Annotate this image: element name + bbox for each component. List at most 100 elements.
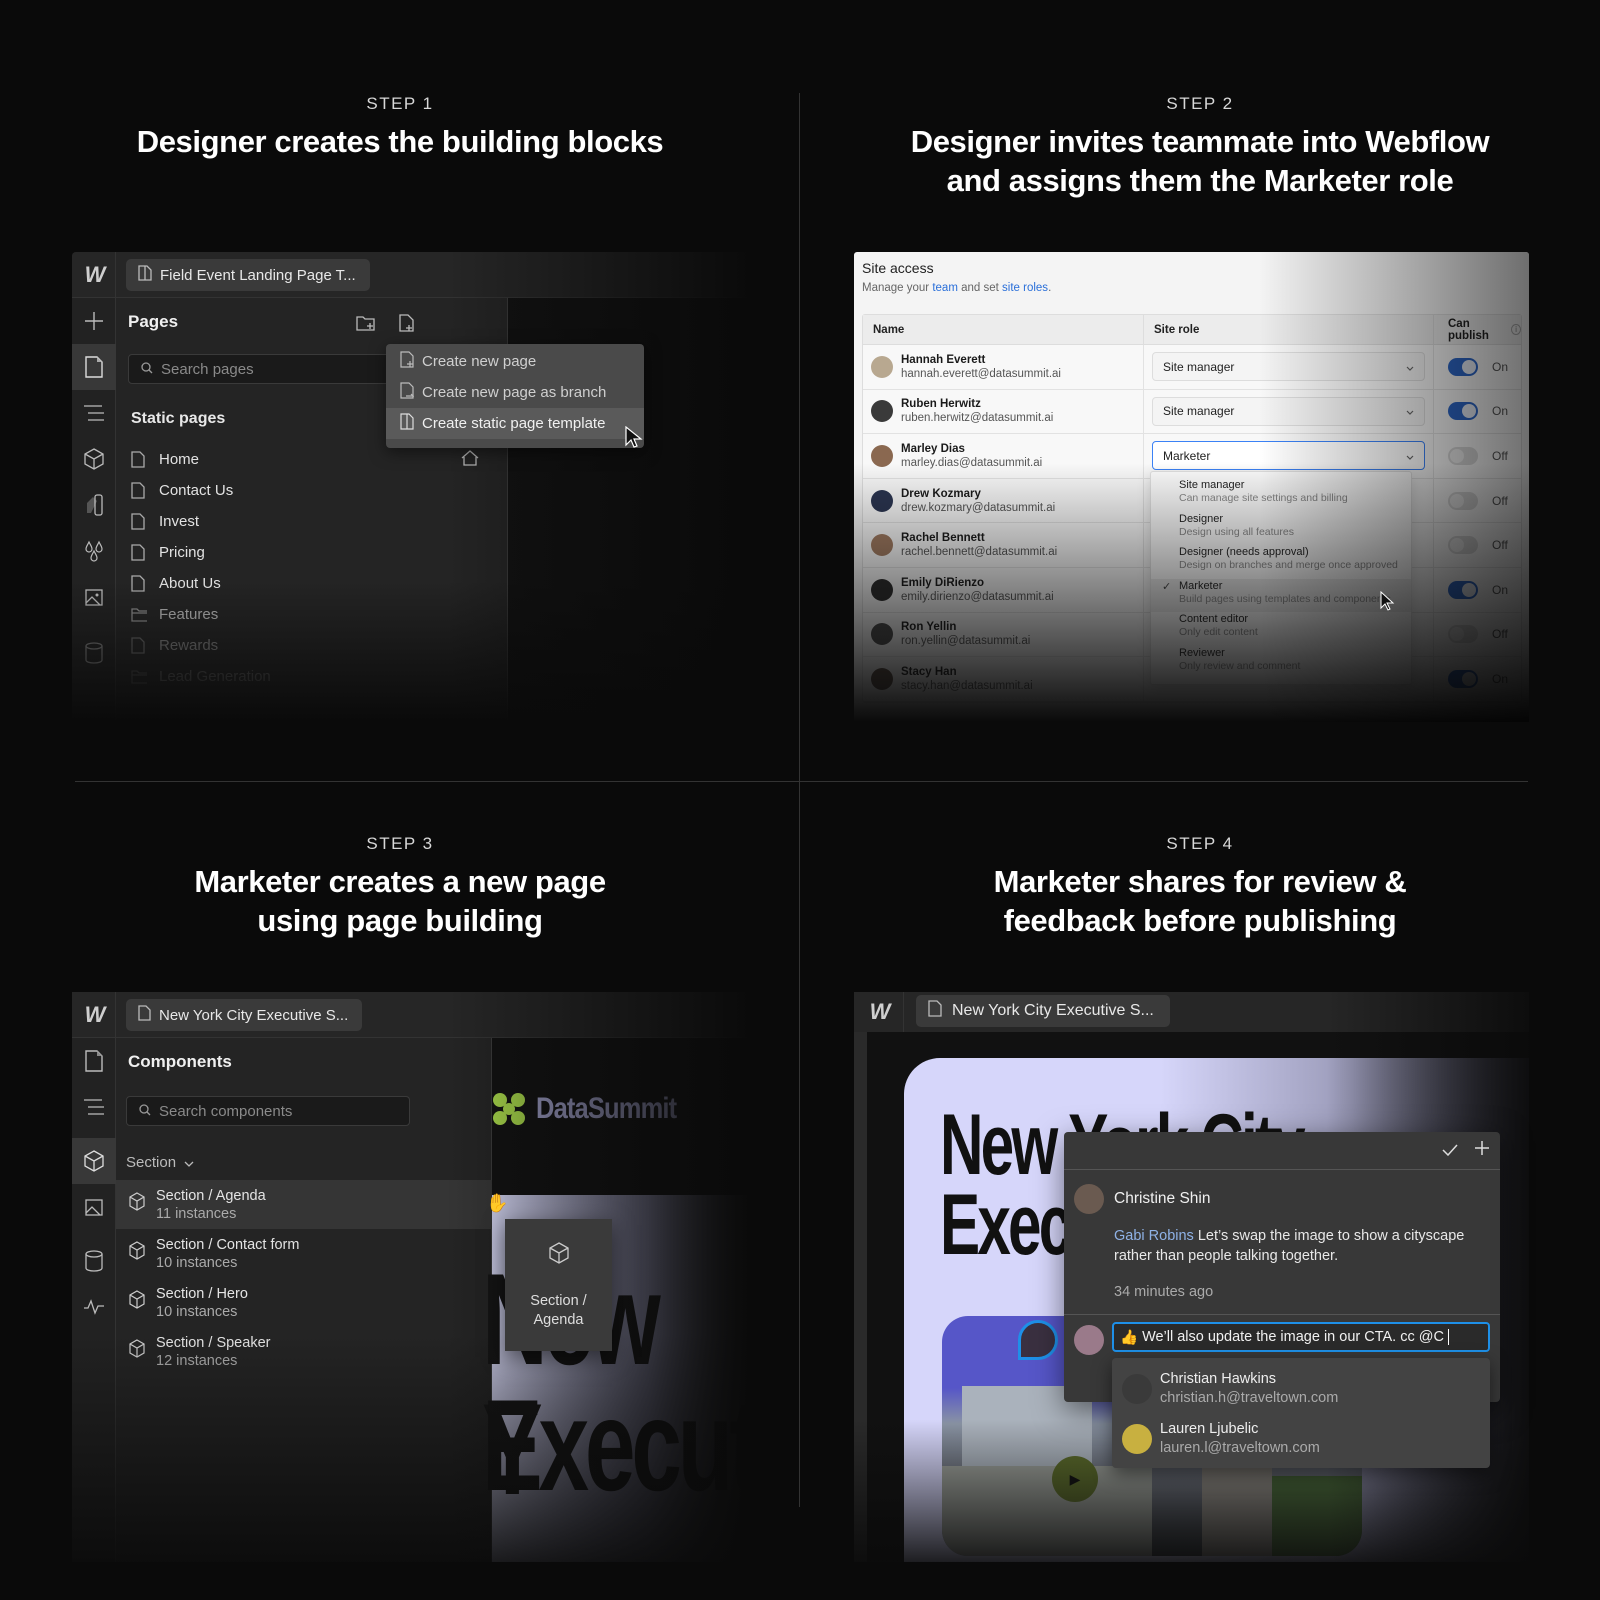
comment-author: Christine Shin	[1074, 1184, 1211, 1214]
step-title: Designer creates the building blocks	[136, 124, 664, 159]
menu-item[interactable]: Create new page	[386, 346, 644, 377]
role-option[interactable]: Designer (needs approval) Design on branc…	[1151, 545, 1411, 579]
add-page-icon[interactable]	[398, 313, 416, 338]
can-publish-toggle[interactable]	[1448, 669, 1478, 688]
page-selector[interactable]: New York City Executive S...	[916, 995, 1170, 1027]
member-name: Emily DiRienzo	[901, 576, 985, 589]
role-option[interactable]: Reviewer Only review and comment	[1151, 646, 1411, 680]
variables-icon[interactable]	[72, 528, 116, 574]
activity-icon[interactable]	[72, 1284, 116, 1330]
page-selector[interactable]: New York City Executive S...	[126, 999, 363, 1031]
webflow-logo-icon[interactable]: W	[72, 992, 116, 1038]
page-list-item[interactable]: Features	[131, 599, 411, 630]
page-list-item[interactable]: Home	[131, 444, 411, 475]
assets-icon[interactable]	[72, 574, 116, 620]
can-publish-toggle[interactable]	[1448, 580, 1478, 599]
avatar	[871, 444, 893, 467]
role-option[interactable]: Content editor Only edit content	[1151, 612, 1411, 646]
assets-icon[interactable]	[72, 1184, 116, 1230]
create-page-menu: Create new page Create new page as branch…	[386, 344, 644, 448]
site-role-select[interactable]: Marketer	[1152, 441, 1425, 471]
section-filter-dropdown[interactable]: Section	[126, 1154, 194, 1171]
component-list-item[interactable]: Section / Contact form 10 instances	[116, 1229, 492, 1278]
avatar	[1122, 1374, 1152, 1404]
add-icon[interactable]	[1474, 1140, 1490, 1161]
toggle-state-label: On	[1492, 359, 1509, 374]
member-email: ruben.herwitz@datasummit.ai	[901, 412, 1054, 425]
can-publish-toggle[interactable]	[1448, 357, 1478, 376]
cms-icon[interactable]	[72, 630, 116, 676]
page-list-item[interactable]: About Us	[131, 568, 411, 599]
site-role-dropdown: Site manager Can manage site settings and…	[1150, 471, 1412, 685]
components-icon[interactable]	[72, 1138, 116, 1184]
role-option[interactable]: ✓ Marketer Build pages using templates and…	[1151, 578, 1411, 612]
member-email: emily.dirienzo@datasummit.ai	[901, 590, 1054, 603]
page-list-item[interactable]: Contact Us	[131, 475, 411, 506]
component-icon	[128, 1290, 146, 1315]
menu-item[interactable]: Create static page template	[386, 408, 644, 439]
page-icon	[928, 1000, 942, 1022]
navigator-icon[interactable]	[72, 390, 116, 436]
components-icon[interactable]	[72, 436, 116, 482]
member-name: Ruben Herwitz	[901, 398, 981, 411]
can-publish-toggle[interactable]	[1448, 625, 1478, 644]
search-components-input[interactable]: Search components	[126, 1096, 410, 1126]
add-folder-icon[interactable]	[356, 314, 376, 337]
member-email: hannah.everett@datasummit.ai	[901, 367, 1061, 380]
webflow-logo-icon[interactable]: W	[854, 992, 904, 1032]
role-option[interactable]: Site manager Can manage site settings and…	[1151, 478, 1411, 512]
comment-pin-avatar[interactable]	[1018, 1320, 1058, 1360]
webflow-logo-icon[interactable]: W	[72, 252, 116, 298]
component-icon	[548, 1241, 570, 1270]
step-title: Marketer shares for review & feedback bef…	[993, 864, 1407, 938]
dialog-subtitle: Manage your team and set site roles.	[862, 282, 1052, 294]
team-link[interactable]: team	[932, 282, 958, 294]
page-template-icon	[138, 265, 152, 285]
add-icon[interactable]	[72, 298, 116, 344]
navigator-icon[interactable]	[72, 1084, 116, 1130]
styles-icon[interactable]	[72, 482, 116, 528]
role-option[interactable]: Designer Design using all features	[1151, 512, 1411, 546]
info-icon[interactable]: i	[1511, 324, 1521, 335]
page-list-item[interactable]: Rewards	[131, 630, 411, 661]
can-publish-toggle[interactable]	[1448, 402, 1478, 421]
play-video-button[interactable]: ▶	[1052, 1456, 1098, 1502]
can-publish-toggle[interactable]	[1448, 491, 1478, 510]
component-list-item[interactable]: Section / Hero 10 instances	[116, 1278, 492, 1327]
pages-icon[interactable]	[72, 344, 116, 390]
component-list-item[interactable]: Section / Speaker 12 instances	[116, 1327, 492, 1376]
page-selector[interactable]: Field Event Landing Page T...	[126, 259, 370, 291]
thumbs-up-icon: 👍	[1120, 1329, 1139, 1346]
avatar	[871, 578, 893, 601]
mention-suggestion-item[interactable]: Christian Hawkins christian.h@traveltown.…	[1112, 1364, 1490, 1414]
cms-icon[interactable]	[72, 1238, 116, 1284]
pages-icon[interactable]	[72, 1038, 116, 1084]
current-user-avatar	[1074, 1325, 1104, 1355]
resolve-check-icon[interactable]	[1442, 1140, 1458, 1161]
reply-input[interactable]: 👍 We’ll also update the image in our CTA.…	[1112, 1322, 1490, 1352]
step-label: STEP 2	[1166, 94, 1234, 113]
folder-icon	[131, 668, 147, 686]
mention-suggestion-item[interactable]: Lauren Ljubelic lauren.l@traveltown.com	[1112, 1414, 1490, 1464]
mention-link[interactable]: Gabi Robins	[1114, 1228, 1194, 1244]
page-list-item[interactable]: Pricing	[131, 537, 411, 568]
site-role-select[interactable]: Site manager	[1152, 352, 1425, 382]
dragged-component-card[interactable]: Section / Agenda	[505, 1219, 612, 1351]
toggle-state-label: Off	[1492, 538, 1508, 553]
component-list-item[interactable]: Section / Agenda 11 instances	[116, 1180, 492, 1229]
member-name: Rachel Bennett	[901, 532, 985, 545]
can-publish-toggle[interactable]	[1448, 446, 1478, 465]
site-role-select[interactable]: Site manager	[1152, 396, 1425, 426]
dialog-title: Site access	[862, 260, 934, 276]
menu-item[interactable]: Create new page as branch	[386, 377, 644, 408]
search-pages-input[interactable]: Search pages	[128, 354, 398, 384]
text-caret	[1447, 1329, 1449, 1345]
can-publish-toggle[interactable]	[1448, 536, 1478, 555]
page-list-item[interactable]: Invest	[131, 506, 411, 537]
designer-window: W Field Event Landing Page T... Pages Se…	[72, 252, 752, 722]
page-icon	[131, 544, 147, 562]
marketer-designer-window: W New York City Executive S... Component…	[72, 992, 752, 1562]
page-list-item[interactable]: Lead Generation	[131, 661, 411, 692]
member-email: stacy.han@datasummit.ai	[901, 679, 1033, 692]
site-roles-link[interactable]: site roles	[1002, 282, 1048, 294]
